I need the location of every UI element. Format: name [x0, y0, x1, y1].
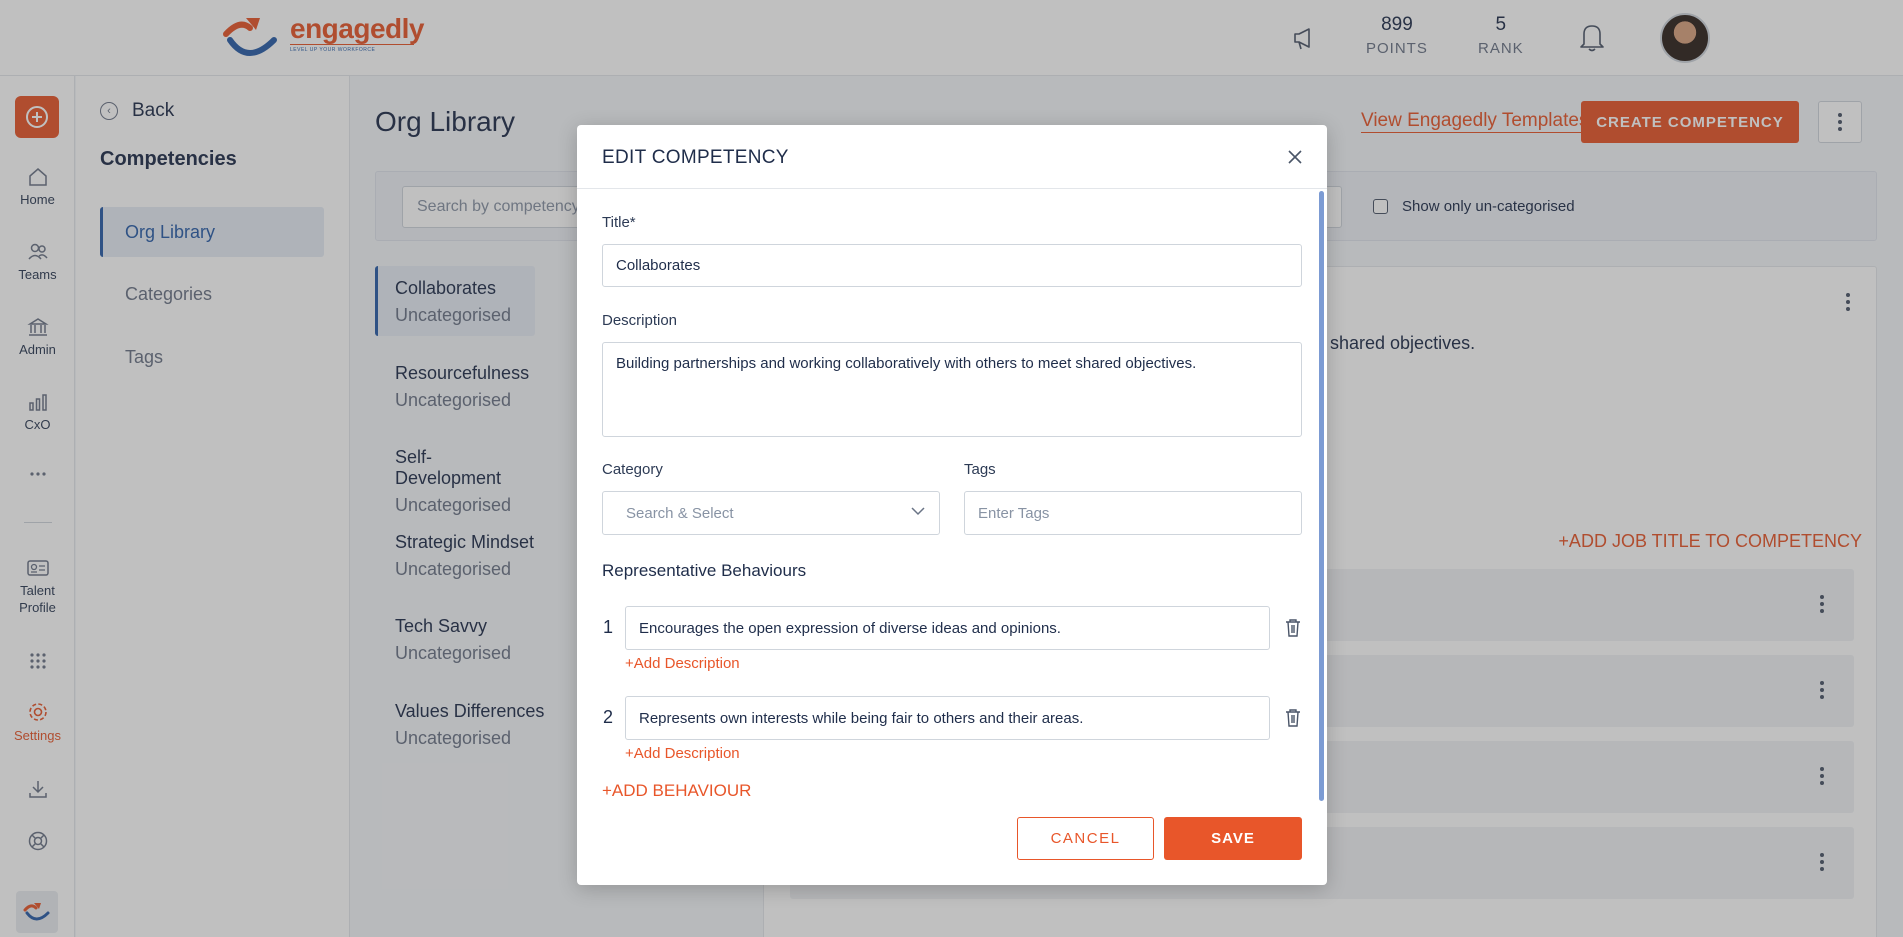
modal-scrollbar[interactable]	[1319, 191, 1324, 801]
tags-input[interactable]: Enter Tags	[964, 491, 1302, 535]
chevron-down-icon	[911, 507, 925, 516]
behaviour-number: 2	[603, 707, 614, 727]
edit-competency-modal: EDIT COMPETENCY Title* Collaborates Desc…	[577, 125, 1327, 885]
behaviour-input[interactable]: Encourages the open expression of divers…	[625, 606, 1270, 650]
add-behaviour-link[interactable]: +ADD BEHAVIOUR	[602, 781, 751, 801]
title-label: Title*	[602, 214, 636, 231]
tags-label: Tags	[964, 461, 996, 478]
category-select[interactable]: Search & Select	[602, 491, 940, 535]
add-description-link[interactable]: +Add Description	[625, 655, 740, 672]
modal-header: EDIT COMPETENCY	[577, 125, 1327, 189]
description-label: Description	[602, 312, 678, 329]
category-placeholder: Search & Select	[626, 504, 734, 522]
save-button[interactable]: SAVE	[1164, 817, 1302, 860]
behaviours-title: Representative Behaviours	[602, 561, 807, 580]
description-textarea[interactable]: Building partnerships and working collab…	[602, 342, 1302, 437]
behaviour-input[interactable]: Represents own interests while being fai…	[625, 696, 1270, 740]
close-icon[interactable]	[1285, 147, 1305, 167]
add-description-link[interactable]: +Add Description	[625, 745, 740, 762]
title-input[interactable]: Collaborates	[602, 244, 1302, 287]
behaviour-number: 1	[603, 617, 614, 637]
cancel-button[interactable]: CANCEL	[1017, 817, 1154, 860]
trash-icon[interactable]	[1284, 708, 1302, 728]
category-label: Category	[602, 461, 663, 478]
modal-title: EDIT COMPETENCY	[602, 147, 789, 168]
trash-icon[interactable]	[1284, 618, 1302, 638]
